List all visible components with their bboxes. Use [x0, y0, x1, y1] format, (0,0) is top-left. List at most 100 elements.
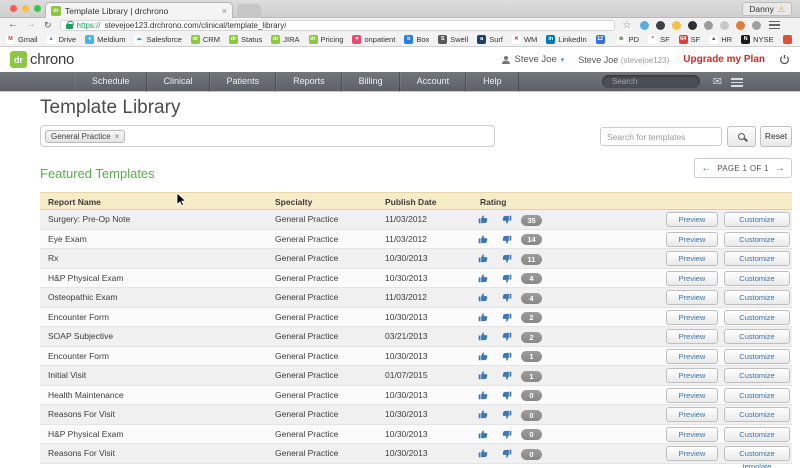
thumbs-up-icon[interactable]: [478, 370, 489, 381]
preview-button[interactable]: Preview: [666, 310, 718, 325]
customize-template-button[interactable]: Customize template: [724, 290, 790, 305]
report-name[interactable]: Encounter Form: [48, 308, 109, 328]
nav-item[interactable]: Reports: [276, 72, 342, 92]
new-tab-button[interactable]: [237, 4, 261, 18]
thumbs-down-icon[interactable]: [501, 292, 512, 303]
extension-icon[interactable]: [720, 21, 729, 30]
bookmark-item[interactable]: dr Pricing: [309, 35, 344, 44]
bookmark-item[interactable]: ▲ Drive: [47, 35, 77, 44]
preview-button[interactable]: Preview: [666, 271, 718, 286]
extension-icon[interactable]: [752, 21, 761, 30]
bookmark-item[interactable]: S Swell: [438, 35, 468, 44]
report-name[interactable]: Initial Visit: [48, 366, 86, 386]
forward-icon[interactable]: →: [26, 20, 36, 30]
minimize-window-button[interactable]: [22, 5, 29, 12]
bookmark-item[interactable]: * SF: [648, 35, 670, 44]
preview-button[interactable]: Preview: [666, 427, 718, 442]
bookmark-item[interactable]: dr JIRA: [271, 35, 299, 44]
bookmark-item[interactable]: [783, 35, 795, 44]
bookmark-item[interactable]: ✕ WM: [512, 35, 537, 44]
logout-power-icon[interactable]: [779, 54, 790, 65]
report-name[interactable]: Eye Exam: [48, 230, 87, 250]
bookmark-item[interactable]: ⊕ PD: [617, 35, 639, 44]
search-button[interactable]: [727, 126, 756, 147]
report-name[interactable]: Surgery: Pre-Op Note: [48, 210, 130, 230]
bookmark-item[interactable]: a Surf: [477, 35, 503, 44]
nav-item[interactable]: Account: [400, 72, 467, 92]
extension-icon[interactable]: [736, 21, 745, 30]
browser-tab[interactable]: dr Template Library | drchrono ×: [45, 2, 233, 18]
thumbs-up-icon[interactable]: [478, 273, 489, 284]
nav-item[interactable]: Billing: [342, 72, 400, 92]
thumbs-up-icon[interactable]: [478, 409, 489, 420]
customize-template-button[interactable]: Customize template: [724, 446, 790, 461]
thumbs-down-icon[interactable]: [501, 273, 512, 284]
preview-button[interactable]: Preview: [666, 212, 718, 227]
nav-item[interactable]: Clinical: [147, 72, 210, 92]
close-window-button[interactable]: [10, 5, 17, 12]
report-name[interactable]: SOAP Subjective: [48, 327, 113, 347]
report-name[interactable]: Reasons For Visit: [48, 405, 115, 425]
bookmark-item[interactable]: ♥ onpatient: [352, 35, 395, 44]
bookmark-item[interactable]: ☁ Salesforce: [134, 35, 181, 44]
bookmark-star-icon[interactable]: ☆: [623, 20, 632, 31]
template-search-input[interactable]: [600, 127, 722, 146]
preview-button[interactable]: Preview: [666, 388, 718, 403]
thumbs-up-icon[interactable]: [478, 312, 489, 323]
bookmark-item[interactable]: in LinkedIn: [546, 35, 586, 44]
bookmark-item[interactable]: dr CRM: [191, 35, 220, 44]
reload-icon[interactable]: ↻: [44, 21, 52, 30]
customize-template-button[interactable]: Customize template: [724, 271, 790, 286]
extension-icon[interactable]: [704, 21, 713, 30]
customize-template-button[interactable]: Customize template: [724, 310, 790, 325]
thumbs-down-icon[interactable]: [501, 429, 512, 440]
customize-template-button[interactable]: Customize template: [724, 232, 790, 247]
report-name[interactable]: Rx: [48, 249, 58, 269]
thumbs-down-icon[interactable]: [501, 351, 512, 362]
report-name[interactable]: Health Maintenance: [48, 386, 124, 406]
bookmark-item[interactable]: b Box: [404, 35, 429, 44]
bookmark-item[interactable]: N NYSE: [741, 35, 773, 44]
thumbs-up-icon[interactable]: [478, 292, 489, 303]
preview-button[interactable]: Preview: [666, 407, 718, 422]
preview-button[interactable]: Preview: [666, 349, 718, 364]
url-field[interactable]: https:// stevejoe123.drchrono.com/clinic…: [60, 20, 615, 31]
thumbs-up-icon[interactable]: [478, 351, 489, 362]
customize-template-button[interactable]: Customize template: [724, 329, 790, 344]
customize-template-button[interactable]: Customize template: [724, 251, 790, 266]
user-menu[interactable]: Steve Joe ▾: [501, 54, 565, 65]
thumbs-up-icon[interactable]: [478, 390, 489, 401]
thumbs-up-icon[interactable]: [478, 429, 489, 440]
extension-icon[interactable]: [640, 21, 649, 30]
bookmark-item[interactable]: ● Meldium: [85, 35, 125, 44]
customize-template-button[interactable]: Customize template: [724, 368, 790, 383]
preview-button[interactable]: Preview: [666, 329, 718, 344]
report-name[interactable]: Reasons For Visit: [48, 444, 115, 464]
bookmark-item[interactable]: 64 SF: [679, 35, 701, 44]
preview-button[interactable]: Preview: [666, 251, 718, 266]
report-name[interactable]: H&P Physical Exam: [48, 425, 123, 445]
nav-item[interactable]: Schedule: [75, 72, 147, 92]
bookmark-item[interactable]: M Gmail: [6, 35, 38, 44]
reset-button[interactable]: Reset: [760, 126, 792, 147]
next-page-icon[interactable]: →: [775, 163, 785, 174]
drchrono-logo[interactable]: dr chrono: [10, 51, 74, 68]
thumbs-up-icon[interactable]: [478, 448, 489, 459]
extension-icon[interactable]: [656, 21, 665, 30]
thumbs-down-icon[interactable]: [501, 409, 512, 420]
thumbs-down-icon[interactable]: [501, 331, 512, 342]
report-name[interactable]: Encounter Form: [48, 347, 109, 367]
customize-template-button[interactable]: Customize template: [724, 407, 790, 422]
extension-icon[interactable]: [672, 21, 681, 30]
thumbs-down-icon[interactable]: [501, 390, 512, 401]
thumbs-down-icon[interactable]: [501, 448, 512, 459]
report-name[interactable]: Osteopathic Exam: [48, 288, 117, 308]
customize-template-button[interactable]: Customize template: [724, 388, 790, 403]
thumbs-down-icon[interactable]: [501, 253, 512, 264]
nav-menu-icon[interactable]: [731, 78, 743, 87]
customize-template-button[interactable]: Customize template: [724, 349, 790, 364]
bookmark-item[interactable]: 12: [596, 35, 608, 44]
browser-profile-badge[interactable]: Danny ⚠: [742, 2, 792, 16]
report-name[interactable]: H&P Physical Exam: [48, 269, 123, 289]
nav-item[interactable]: Help: [466, 72, 519, 92]
